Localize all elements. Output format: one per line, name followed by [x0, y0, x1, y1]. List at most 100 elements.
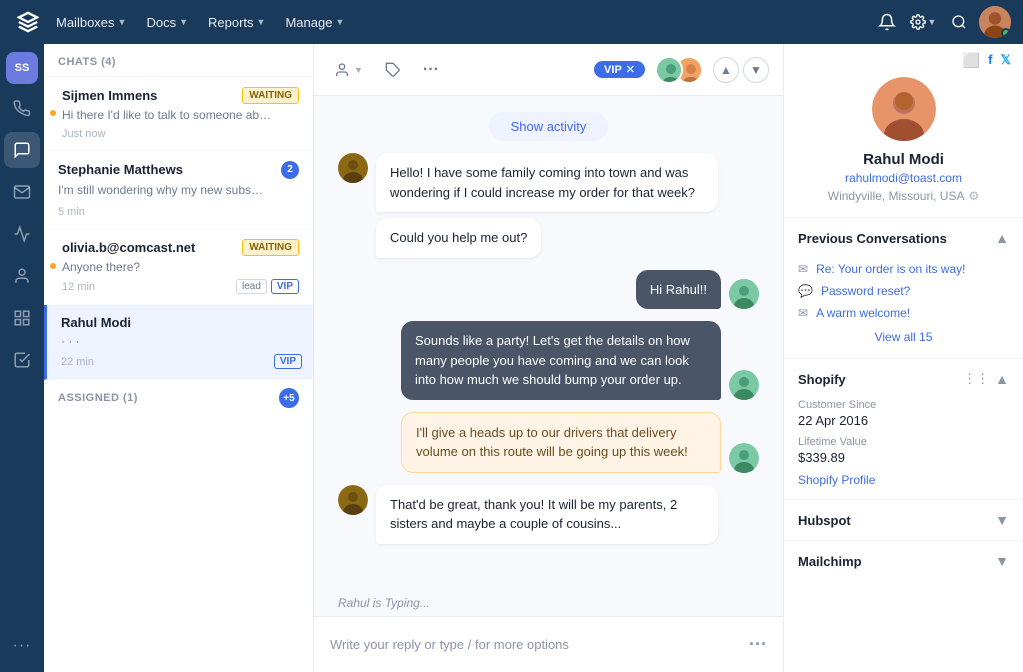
nav-mailboxes[interactable]: Mailboxes ▼ — [48, 11, 134, 34]
logo[interactable] — [12, 6, 44, 38]
prev-conv-item[interactable]: ✉ A warm welcome! — [798, 302, 1009, 324]
sidebar-item-reports[interactable] — [4, 300, 40, 336]
chat-item[interactable]: Sijmen Immens WAITING Hi there I'd like … — [44, 77, 313, 151]
settings-icon[interactable]: ⚙ — [968, 189, 979, 203]
message-row: Could you help me out? — [338, 218, 541, 258]
nav-manage[interactable]: Manage ▼ — [277, 11, 352, 34]
prev-conv-text: Re: Your order is on its way! — [816, 262, 965, 276]
message-row-outgoing-2: Sounds like a party! Let's get the detai… — [338, 321, 759, 400]
user-avatar-nav[interactable] — [979, 6, 1011, 38]
notification-bell-btn[interactable] — [871, 6, 903, 38]
monitor-icon[interactable]: ⬜ — [963, 52, 980, 69]
collapse-prev-conv-btn[interactable]: ▲ — [995, 230, 1009, 246]
mailchimp-header[interactable]: Mailchimp ▼ — [784, 541, 1023, 581]
sidebar-item-tasks[interactable] — [4, 342, 40, 378]
shopify-collapse-btn[interactable]: ▲ — [995, 371, 1009, 387]
contact-location: Windyville, Missouri, USA ⚙ — [800, 189, 1007, 203]
assigned-section-header: ASSIGNED (1) +5 — [44, 380, 313, 412]
view-all-link[interactable]: View all 15 — [798, 324, 1009, 350]
hubspot-collapse-btn[interactable]: ▼ — [995, 512, 1009, 528]
show-activity-btn[interactable]: Show activity — [489, 112, 609, 141]
prev-conv-item[interactable]: ✉ Re: Your order is on its way! — [798, 258, 1009, 280]
right-panel: ⬜ f 𝕏 Rahul Modi rahulmodi@toast.com Win… — [783, 44, 1023, 672]
chat-time: 12 min — [62, 281, 95, 293]
lifetime-value: $339.89 — [798, 450, 1009, 465]
top-nav: Mailboxes ▼ Docs ▼ Reports ▼ Manage ▼ ▼ — [0, 0, 1023, 44]
prev-arrow-btn[interactable]: ▲ — [713, 57, 739, 83]
chat-messages: Show activity Hello! I have some family … — [314, 96, 783, 590]
nav-docs[interactable]: Docs ▼ — [138, 11, 196, 34]
prev-conv-header[interactable]: Previous Conversations ▲ — [784, 218, 1023, 258]
tag-btn[interactable] — [379, 58, 407, 82]
agent-msg-avatar-3 — [729, 443, 759, 473]
tag-lead: lead — [236, 279, 267, 294]
settings-btn[interactable]: ▼ — [907, 6, 939, 38]
customer-avatar — [338, 153, 368, 183]
customer-avatar-2 — [338, 485, 368, 515]
customer-since-label: Customer Since — [798, 399, 1009, 411]
shopify-grid-icon[interactable]: ⋮⋮ — [963, 371, 989, 387]
sidebar-item-chat[interactable] — [4, 132, 40, 168]
chat-preview: Hi there I'd like to talk to someone abo… — [62, 107, 272, 124]
prev-conv-text: Password reset? — [821, 284, 910, 298]
chat-item[interactable]: olivia.b@comcast.net WAITING Anyone ther… — [44, 229, 313, 306]
lifetime-value-label: Lifetime Value — [798, 436, 1009, 448]
assign-btn[interactable]: ▼ — [328, 58, 369, 82]
message-bubble: Hello! I have some family coming into to… — [376, 153, 718, 212]
agent-avatar-1 — [655, 56, 683, 84]
message-bubble-outgoing-2: Sounds like a party! Let's get the detai… — [401, 321, 721, 400]
chat-time: 22 min — [61, 356, 94, 368]
sidebar-more-btn[interactable]: ··· — [4, 628, 40, 664]
sidebar-item-activity[interactable] — [4, 216, 40, 252]
prev-conv-list: ✉ Re: Your order is on its way! 💬 Passwo… — [784, 258, 1023, 358]
search-btn[interactable] — [943, 6, 975, 38]
sidebar-user-avatar[interactable]: SS — [6, 52, 38, 84]
reply-box: Write your reply or type / for more opti… — [314, 616, 783, 672]
chats-header: CHATS (4) — [44, 44, 313, 77]
agent-avatars — [655, 56, 703, 84]
facebook-icon[interactable]: f — [988, 52, 992, 69]
message-bubble: Could you help me out? — [376, 218, 541, 258]
nav-arrows: ▲ ▼ — [713, 57, 769, 83]
chat-name: Rahul Modi — [61, 315, 131, 330]
chat-main: ▼ ··· VIP ✕ ▲ ▼ — [314, 44, 783, 672]
chat-time: Just now — [62, 128, 105, 140]
shopify-profile-link[interactable]: Shopify Profile — [798, 473, 1009, 487]
chat-toolbar: ▼ ··· VIP ✕ ▲ ▼ — [314, 44, 783, 96]
more-actions-btn[interactable]: ··· — [417, 57, 445, 83]
prev-conv-text: A warm welcome! — [816, 306, 910, 320]
message-row-note: I'll give a heads up to our drivers that… — [338, 412, 759, 473]
sidebar-item-email[interactable] — [4, 174, 40, 210]
chat-name: Sijmen Immens — [62, 88, 157, 103]
message-group-incoming: Hello! I have some family coming into to… — [338, 153, 759, 258]
nav-reports[interactable]: Reports ▼ — [200, 11, 273, 34]
hubspot-header[interactable]: Hubspot ▼ — [784, 500, 1023, 540]
reply-input[interactable]: Write your reply or type / for more opti… — [330, 637, 739, 652]
chat-preview: · · · — [61, 333, 302, 350]
twitter-icon[interactable]: 𝕏 — [1001, 52, 1011, 69]
next-arrow-btn[interactable]: ▼ — [743, 57, 769, 83]
assigned-label: ASSIGNED (1) — [58, 392, 138, 404]
reply-more-btn[interactable]: ··· — [749, 634, 767, 655]
chat-list: CHATS (4) Sijmen Immens WAITING Hi there… — [44, 44, 314, 672]
customer-since-value: 22 Apr 2016 — [798, 413, 1009, 428]
chat-item-active[interactable]: Rahul Modi · · · 22 min VIP — [44, 305, 313, 380]
lifetime-value-field: Lifetime Value $339.89 — [798, 436, 1009, 465]
assigned-count-badge: +5 — [279, 388, 299, 408]
prev-conv-item[interactable]: 💬 Password reset? — [798, 280, 1009, 302]
mailchimp-section: Mailchimp ▼ — [784, 541, 1023, 581]
contact-email[interactable]: rahulmodi@toast.com — [800, 171, 1007, 185]
hubspot-title: Hubspot — [798, 513, 851, 528]
sidebar-item-contacts[interactable] — [4, 258, 40, 294]
chat-preview: Anyone there? — [62, 259, 299, 276]
message-row-outgoing: Hi Rahul!! — [338, 270, 759, 310]
shopify-title: Shopify — [798, 372, 846, 387]
chat-name: Stephanie Matthews — [58, 162, 183, 177]
vip-close-btn[interactable]: ✕ — [626, 63, 635, 76]
contact-name: Rahul Modi — [800, 151, 1007, 168]
chat-preview: I'm still wondering why my new subscript… — [58, 182, 268, 199]
chat-item[interactable]: Stephanie Matthews 2 I'm still wondering… — [44, 151, 313, 229]
shopify-header[interactable]: Shopify ⋮⋮ ▲ — [784, 359, 1023, 399]
mailchimp-collapse-btn[interactable]: ▼ — [995, 553, 1009, 569]
sidebar-item-inbox[interactable] — [4, 90, 40, 126]
